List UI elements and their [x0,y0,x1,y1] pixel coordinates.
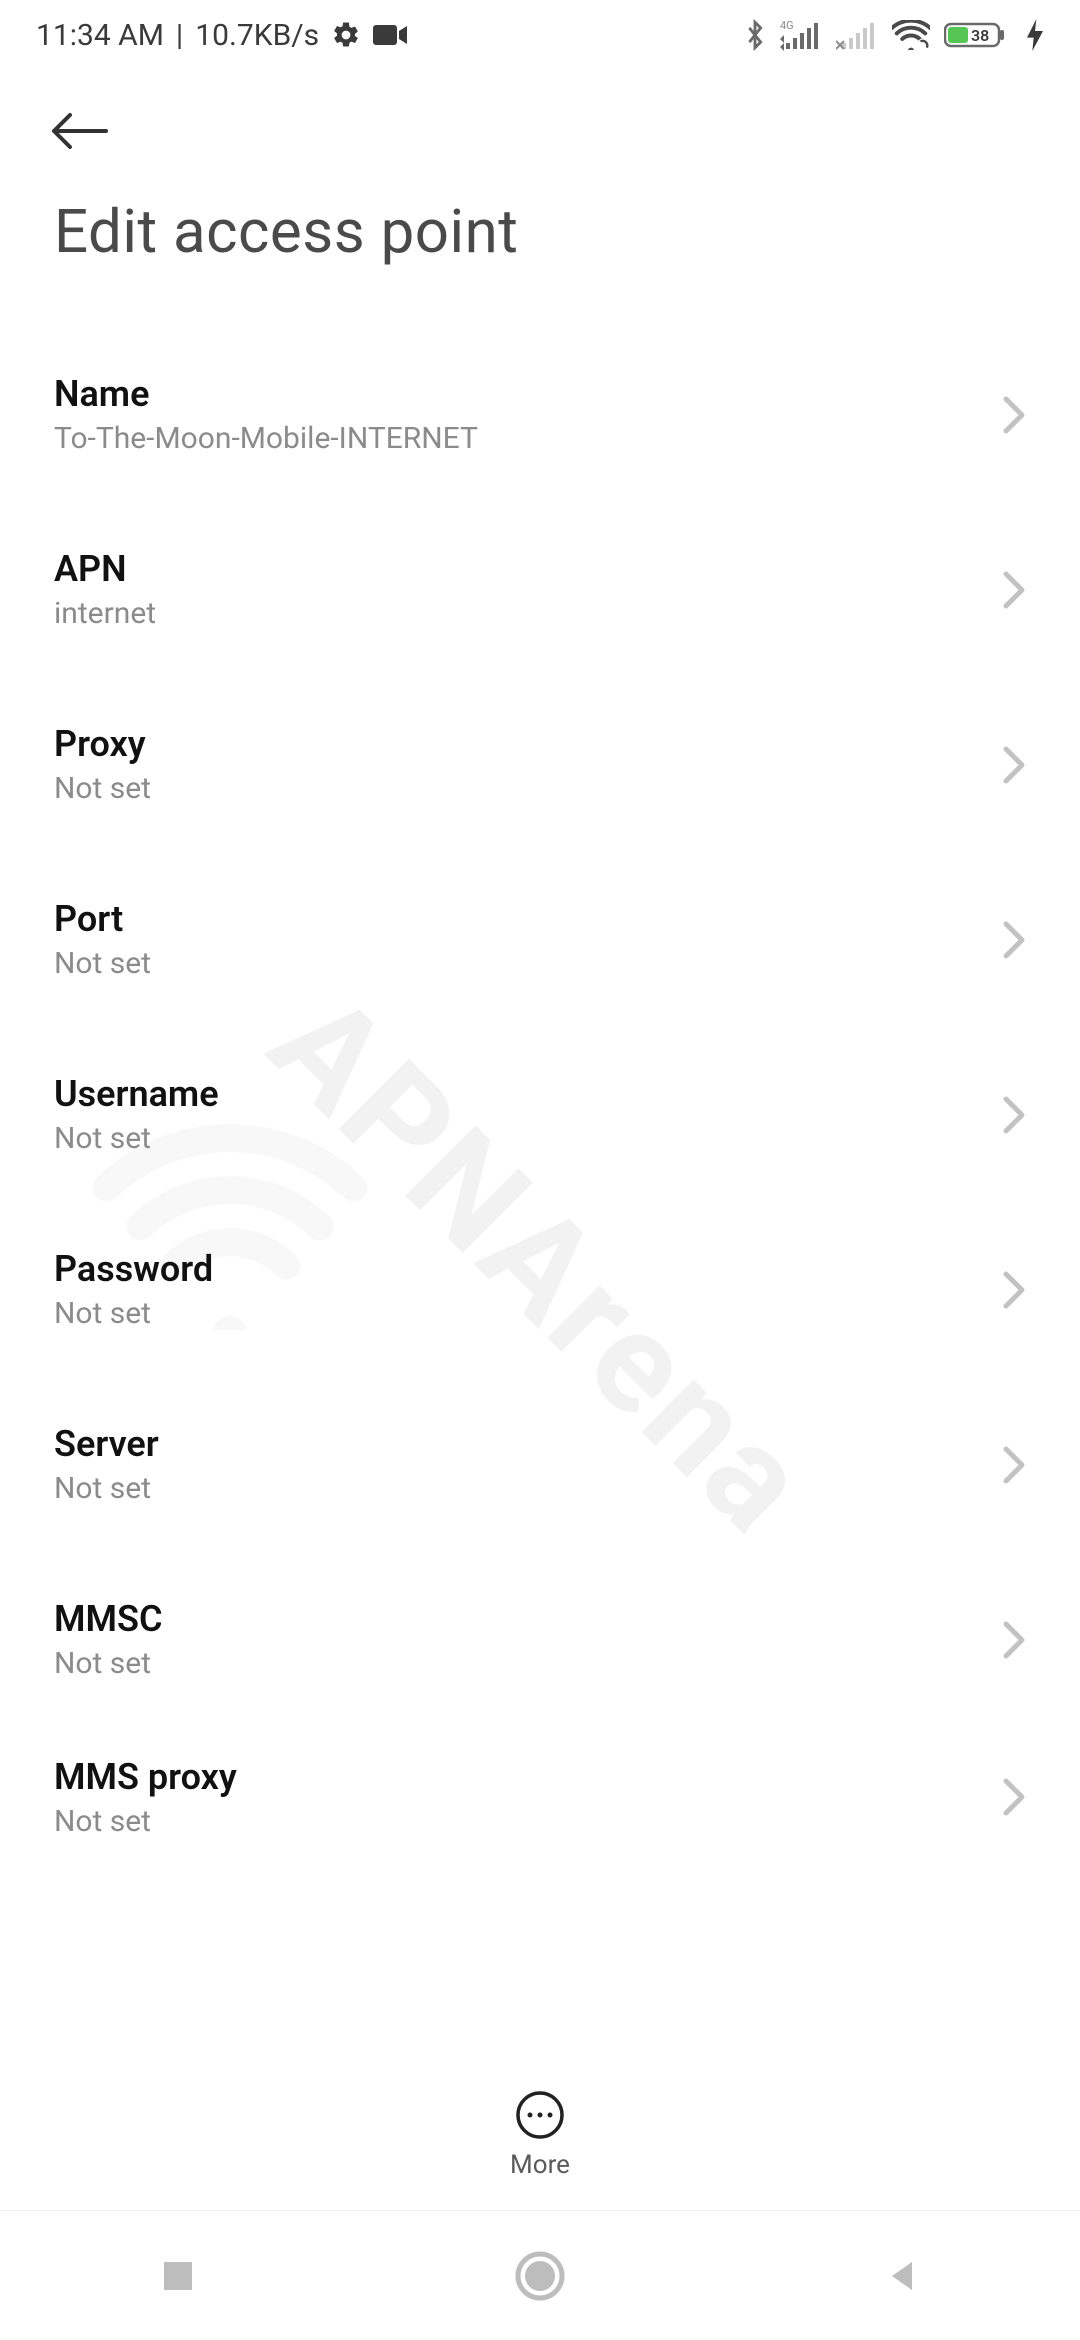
gear-icon [331,20,361,50]
more-icon [515,2090,565,2140]
row-apn[interactable]: APN internet [0,502,1080,677]
chevron-right-icon [1002,1095,1026,1135]
signal-nosim-icon [836,19,878,51]
row-label: Proxy [54,723,151,765]
status-bar: 11:34 AM | 10.7KB/s 4G [0,0,1080,70]
battery-pct: 38 [971,26,989,45]
chevron-right-icon [1002,1445,1026,1485]
status-time: 11:34 AM [36,18,164,53]
charging-icon [1026,19,1044,51]
status-divider: | [176,18,183,53]
row-label: Password [54,1248,213,1290]
nav-recent-icon[interactable] [158,2256,198,2296]
row-label: Name [54,373,478,415]
row-label: Port [54,898,151,940]
row-server[interactable]: Server Not set [0,1377,1080,1552]
chevron-right-icon [1002,1620,1026,1660]
battery-icon: 38 [944,19,1012,51]
row-mms-proxy[interactable]: MMS proxy Not set [0,1727,1080,1867]
android-nav-bar [0,2210,1080,2340]
row-password[interactable]: Password Not set [0,1202,1080,1377]
row-label: MMSC [54,1598,163,1640]
settings-list: Name To-The-Moon-Mobile-INTERNET APN int… [0,307,1080,1867]
chevron-right-icon [1002,920,1026,960]
svg-text:4G: 4G [780,19,794,32]
nav-back-icon[interactable] [882,2256,922,2296]
row-value: Not set [54,1121,219,1156]
row-label: Server [54,1423,159,1465]
wifi-icon [892,20,930,50]
row-username[interactable]: Username Not set [0,1027,1080,1202]
more-label: More [510,2150,570,2180]
row-value: Not set [54,1646,163,1681]
status-net-speed: 10.7KB/s [195,18,319,53]
chevron-right-icon [1002,1270,1026,1310]
row-label: APN [54,548,156,590]
row-port[interactable]: Port Not set [0,852,1080,1027]
row-value: internet [54,596,156,631]
row-value: Not set [54,946,151,981]
row-proxy[interactable]: Proxy Not set [0,677,1080,852]
back-arrow-icon[interactable] [48,110,110,152]
chevron-right-icon [1002,570,1026,610]
row-mmsc[interactable]: MMSC Not set [0,1552,1080,1727]
signal-4g-icon: 4G [780,19,822,51]
row-value: Not set [54,1804,237,1839]
row-name[interactable]: Name To-The-Moon-Mobile-INTERNET [0,327,1080,502]
page-title: Edit access point [0,186,1080,307]
row-value: Not set [54,771,151,806]
row-value: To-The-Moon-Mobile-INTERNET [54,421,478,456]
bluetooth-icon [744,18,766,52]
more-button[interactable]: More [0,2090,1080,2180]
nav-home-icon[interactable] [514,2250,566,2302]
chevron-right-icon [1002,745,1026,785]
camera-icon [373,23,407,47]
chevron-right-icon [1002,1777,1026,1817]
row-value: Not set [54,1296,213,1331]
row-value: Not set [54,1471,159,1506]
row-label: MMS proxy [54,1756,237,1798]
chevron-right-icon [1002,395,1026,435]
row-label: Username [54,1073,219,1115]
